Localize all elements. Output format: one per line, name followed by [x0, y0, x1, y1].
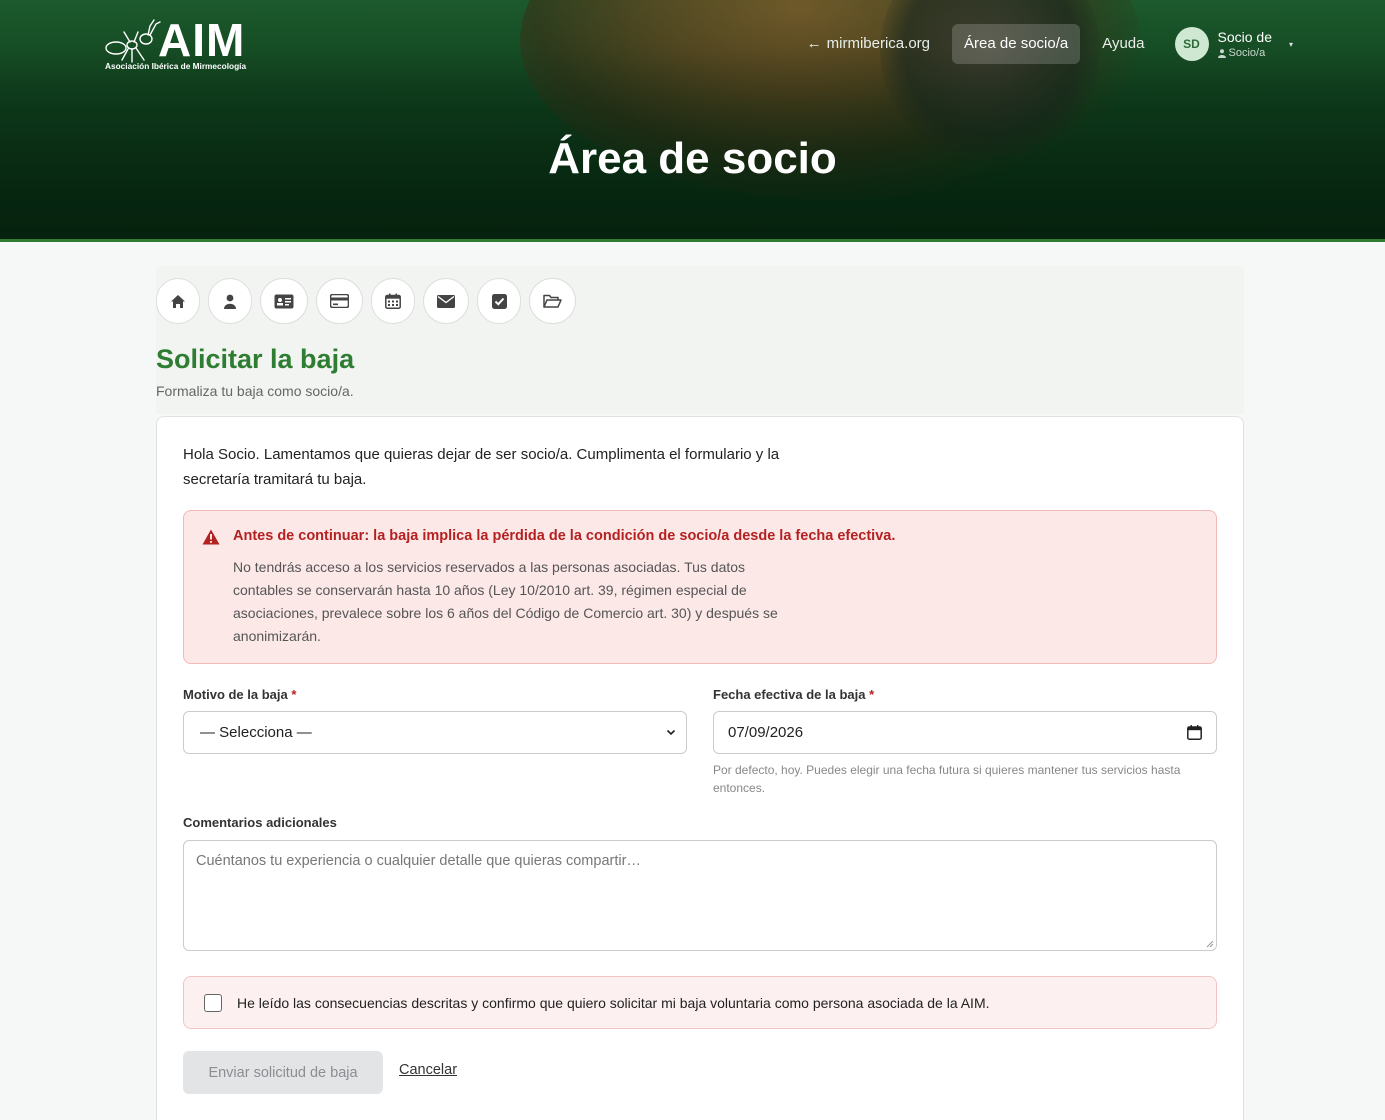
alert-title: Antes de continuar: la baja implica la p…	[233, 528, 896, 544]
confirm-checkbox[interactable]	[204, 993, 222, 1012]
effective-date-input[interactable]: 07/09/2026	[713, 711, 1217, 754]
credit-card-icon	[330, 294, 349, 308]
person-icon	[1217, 48, 1226, 58]
payments-button[interactable]	[316, 278, 363, 324]
documents-button[interactable]	[529, 278, 576, 324]
alert-body: No tendrás acceso a los servicios reserv…	[233, 559, 778, 644]
profile-button[interactable]	[208, 278, 252, 324]
arrow-left-icon: ←	[806, 35, 822, 52]
warning-triangle-icon	[202, 529, 220, 545]
cancellation-form-card: Hola Socio. Lamentamos que quieras dejar…	[156, 416, 1244, 1120]
section-header: Solicitar la baja Formaliza tu baja como…	[156, 266, 1244, 414]
user-menu[interactable]: SD Socio de Socio/a ▾	[1174, 27, 1293, 61]
folder-open-icon	[543, 294, 562, 308]
reason-select-value: — Selecciona —	[200, 724, 312, 741]
user-name: Socio de	[1217, 28, 1272, 45]
calendar-icon[interactable]	[1187, 725, 1202, 740]
date-value: 07/09/2026	[728, 724, 804, 741]
hero-title: Área de socio	[548, 134, 837, 183]
comments-textarea[interactable]: Cuéntanos tu experiencia o cualquier det…	[183, 840, 1217, 951]
resize-handle-icon[interactable]	[1206, 940, 1214, 948]
page-subtitle: Formaliza tu baja como socio/a.	[156, 383, 354, 399]
date-label: Fecha efectiva de la baja *	[713, 687, 875, 702]
page-title: Solicitar la baja	[156, 344, 355, 374]
date-help-text: Por defecto, hoy. Puedes elegir una fech…	[713, 763, 1181, 795]
cancel-link[interactable]: Cancelar	[399, 1062, 457, 1078]
calendar-button[interactable]	[371, 278, 415, 324]
section-icon-nav	[156, 278, 576, 324]
intro-text: Hola Socio. Lamentamos que quieras dejar…	[183, 446, 780, 488]
id-card-icon	[274, 294, 294, 308]
hero-header: AIM Asociación Ibérica de Mirmecología ←…	[0, 0, 1385, 242]
user-role: Socio/a	[1217, 47, 1272, 60]
required-mark: *	[869, 687, 875, 702]
user-icon	[224, 294, 236, 309]
reason-select[interactable]: — Selecciona —	[183, 711, 687, 754]
envelope-icon	[437, 294, 455, 308]
nav-help[interactable]: Ayuda	[1090, 24, 1156, 64]
reason-label: Motivo de la baja *	[183, 687, 297, 702]
comments-placeholder: Cuéntanos tu experiencia o cualquier det…	[196, 853, 641, 869]
check-square-icon	[491, 293, 507, 309]
logo-subtitle: Asociación Ibérica de Mirmecología	[105, 61, 247, 71]
avatar: SD	[1174, 27, 1209, 61]
confirmation-box: He leído las consecuencias descritas y c…	[183, 976, 1217, 1029]
chevron-down-icon	[666, 729, 676, 736]
comments-label: Comentarios adicionales	[183, 815, 337, 830]
ant-logo-icon	[105, 19, 161, 63]
required-mark: *	[291, 687, 297, 702]
calendar-icon	[385, 293, 401, 309]
id-card-button[interactable]	[260, 278, 308, 324]
messages-button[interactable]	[423, 278, 469, 324]
submit-button[interactable]: Enviar solicitud de baja	[183, 1051, 383, 1094]
confirm-text: He leído las consecuencias descritas y c…	[237, 994, 990, 1011]
back-link-label: mirmiberica.org	[826, 35, 930, 52]
logo-wordmark: AIM	[158, 14, 246, 66]
chevron-down-icon: ▾	[1288, 39, 1293, 49]
aim-logo[interactable]: AIM Asociación Ibérica de Mirmecología	[104, 16, 256, 74]
back-to-site-link[interactable]: ← mirmiberica.org	[795, 24, 942, 64]
home-button[interactable]	[156, 278, 200, 324]
top-nav: ← mirmiberica.org Área de socio/a Ayuda …	[795, 24, 1293, 64]
nav-member-area[interactable]: Área de socio/a	[952, 24, 1081, 64]
home-icon	[171, 294, 185, 308]
tasks-button[interactable]	[477, 278, 521, 324]
warning-alert: Antes de continuar: la baja implica la p…	[183, 510, 1217, 664]
